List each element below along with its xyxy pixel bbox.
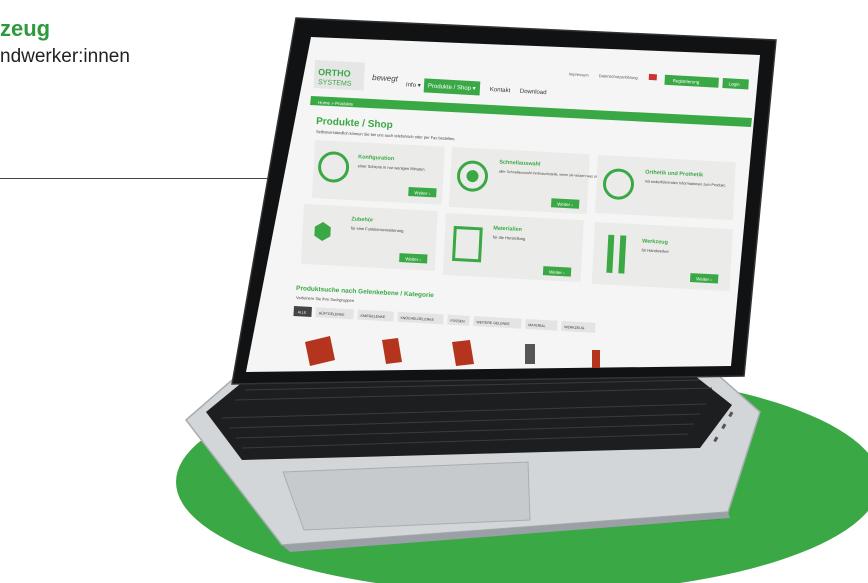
card-5-button[interactable]: Weiter › xyxy=(549,269,565,275)
card-2-button[interactable]: Weiter › xyxy=(557,202,573,208)
card-4-title: Zubehör xyxy=(351,216,374,223)
card-6-button[interactable]: Weiter › xyxy=(696,276,712,282)
logo-tagline: bewegt xyxy=(372,73,399,83)
product-thumb-4[interactable] xyxy=(525,344,535,364)
card-4-button[interactable]: Weiter › xyxy=(405,256,421,262)
nav-kontakt[interactable]: Kontakt xyxy=(490,87,511,94)
filter-0[interactable]: ALLE xyxy=(298,310,307,315)
logo-line1: ORTHO xyxy=(318,67,351,79)
filter-4[interactable]: FÜSSEN xyxy=(450,319,465,324)
card-orthetik[interactable] xyxy=(594,155,736,221)
uk-flag-icon[interactable] xyxy=(648,73,657,81)
trackpad xyxy=(282,461,531,531)
login-button[interactable]: Login xyxy=(728,81,740,87)
laptop-illustration: ORTHO SYSTEMS bewegt Info ▾ Produkte / S… xyxy=(176,17,868,583)
card-1-button[interactable]: Weiter › xyxy=(414,190,430,196)
product-thumb-5[interactable] xyxy=(592,350,600,368)
nav-info[interactable]: Info ▾ xyxy=(406,82,421,89)
